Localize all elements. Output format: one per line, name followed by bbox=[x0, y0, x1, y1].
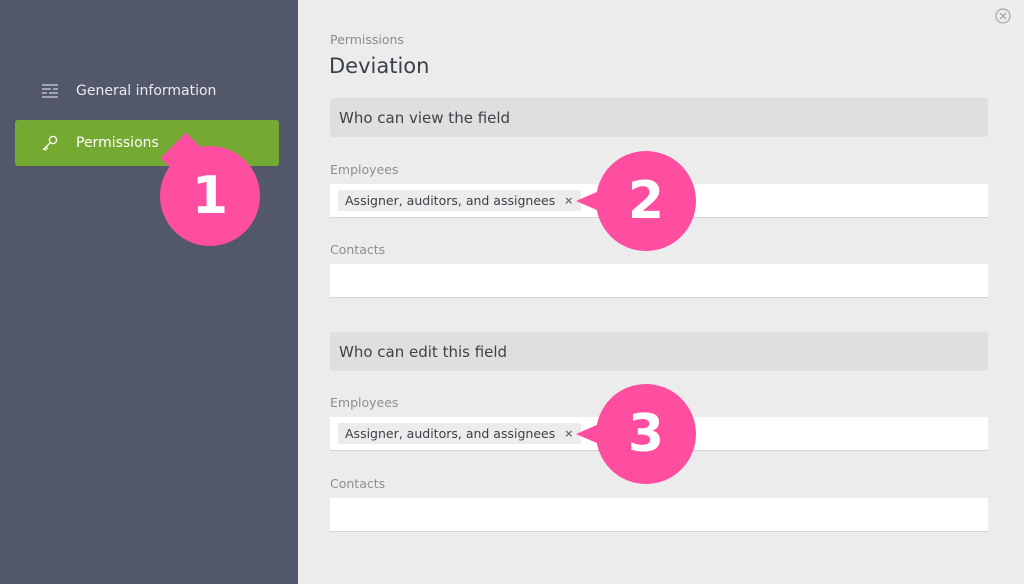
employees-label: Employees bbox=[330, 395, 399, 410]
key-icon bbox=[39, 132, 61, 154]
contacts-label: Contacts bbox=[330, 476, 386, 491]
main-panel: Permissions Deviation Who can view the f… bbox=[298, 0, 1024, 584]
remove-tag-icon[interactable]: × bbox=[564, 427, 573, 440]
remove-tag-icon[interactable]: × bbox=[564, 194, 573, 207]
breadcrumb: Permissions bbox=[330, 32, 404, 47]
sidebar: General information Permissions 1 bbox=[0, 0, 298, 584]
sidebar-item-label: General information bbox=[76, 83, 217, 99]
view-contacts-input[interactable] bbox=[330, 264, 988, 298]
employees-label: Employees bbox=[330, 162, 399, 177]
tag-label: Assigner, auditors, and assignees bbox=[345, 426, 556, 441]
section-header-edit: Who can edit this field bbox=[330, 332, 988, 371]
list-lines-icon bbox=[39, 80, 61, 102]
contacts-label: Contacts bbox=[330, 242, 386, 257]
edit-contacts-input[interactable] bbox=[330, 498, 988, 532]
section-header-view: Who can view the field bbox=[330, 98, 988, 137]
callout-badge-2: 2 bbox=[576, 151, 696, 251]
selected-tag: Assigner, auditors, and assignees × bbox=[338, 190, 582, 211]
page-title: Deviation bbox=[329, 54, 430, 78]
sidebar-item-general-information[interactable]: General information bbox=[15, 68, 279, 114]
app-window: General information Permissions 1 Permis… bbox=[0, 0, 1024, 584]
callout-badge-3: 3 bbox=[576, 384, 696, 484]
selected-tag: Assigner, auditors, and assignees × bbox=[338, 423, 582, 444]
callout-badge-1: 1 bbox=[160, 146, 260, 246]
sidebar-item-label: Permissions bbox=[76, 135, 159, 151]
close-icon[interactable] bbox=[995, 8, 1011, 24]
tag-label: Assigner, auditors, and assignees bbox=[345, 193, 556, 208]
